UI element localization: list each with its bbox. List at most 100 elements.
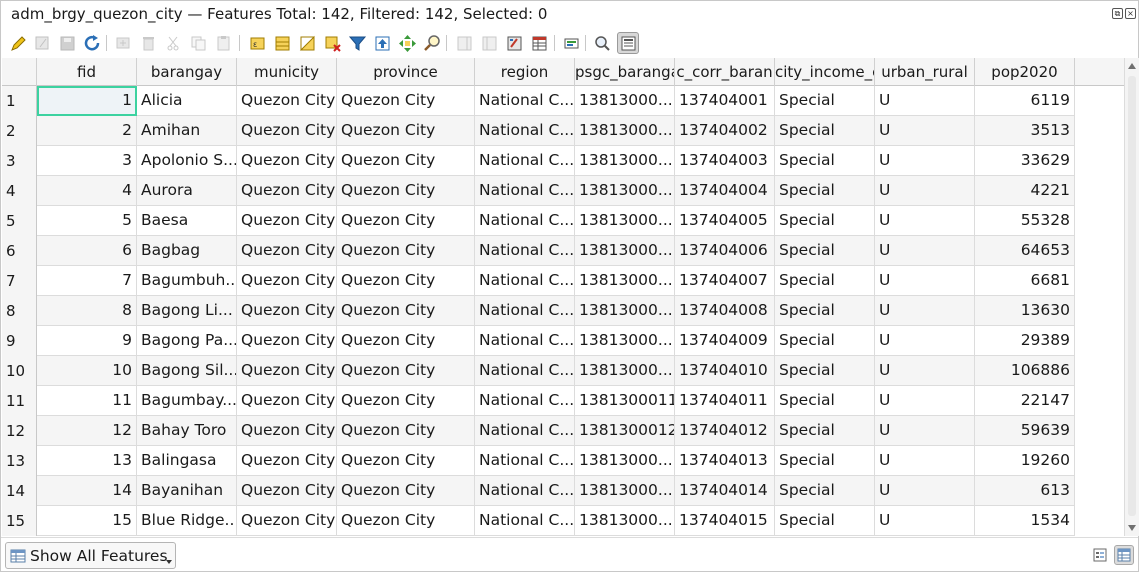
form-view-button[interactable]	[1090, 545, 1110, 565]
add-feature-button[interactable]	[112, 32, 134, 54]
table-cell-region[interactable]: National C...	[475, 236, 575, 266]
table-cell-corr[interactable]: 137404007	[675, 266, 775, 296]
filter-select-button[interactable]	[346, 32, 368, 54]
table-cell-income[interactable]: Special	[775, 176, 875, 206]
table-cell-corr[interactable]: 137404010	[675, 356, 775, 386]
invert-selection-button[interactable]	[296, 32, 318, 54]
table-cell-corr[interactable]: 137404011	[675, 386, 775, 416]
column-header-province[interactable]: province	[337, 58, 475, 86]
table-cell-barangay[interactable]: Bagong Sil...	[137, 356, 237, 386]
table-row[interactable]: 8 8 Bagong Li... Quezon City Quezon City Nati…	[2, 296, 1075, 326]
table-cell-corr[interactable]: 137404013	[675, 446, 775, 476]
table-cell-fid[interactable]: 8	[37, 296, 137, 326]
table-cell-province[interactable]: Quezon City	[337, 296, 475, 326]
table-cell-psgc[interactable]: 13813000...	[575, 446, 675, 476]
column-header-pop2020[interactable]: pop2020	[975, 58, 1075, 86]
float-window-icon[interactable]: ⧉	[1112, 8, 1123, 19]
table-row[interactable]: 15 15 Blue Ridge... Quezon City Quezon City N…	[2, 506, 1075, 536]
table-cell-barangay[interactable]: Apolonio S...	[137, 146, 237, 176]
scroll-up-icon[interactable]	[1128, 63, 1136, 69]
deselect-all-button[interactable]	[321, 32, 343, 54]
reload-table-button[interactable]	[81, 32, 103, 54]
table-cell-ur[interactable]: U	[875, 326, 975, 356]
table-cell-region[interactable]: National C...	[475, 146, 575, 176]
table-row[interactable]: 2 2 Amihan Quezon City Quezon City National C…	[2, 116, 1075, 146]
table-cell-ur[interactable]: U	[875, 266, 975, 296]
table-cell-barangay[interactable]: Amihan	[137, 116, 237, 146]
table-cell-fid[interactable]: 14	[37, 476, 137, 506]
table-cell-psgc[interactable]: 13813000...	[575, 116, 675, 146]
table-cell-barangay[interactable]: Balingasa	[137, 446, 237, 476]
table-cell-region[interactable]: National C...	[475, 416, 575, 446]
actions-button[interactable]	[560, 32, 582, 54]
table-cell-ur[interactable]: U	[875, 116, 975, 146]
cut-button[interactable]	[162, 32, 184, 54]
row-header[interactable]: 13	[2, 446, 37, 476]
table-cell-fid[interactable]: 13	[37, 446, 137, 476]
column-header-c-corr-baran[interactable]: c_corr_baran	[675, 58, 775, 86]
paste-button[interactable]	[212, 32, 234, 54]
table-cell-region[interactable]: National C...	[475, 116, 575, 146]
table-cell-province[interactable]: Quezon City	[337, 356, 475, 386]
select-by-expression-button[interactable]: ε	[246, 32, 268, 54]
column-header-municity[interactable]: municity	[237, 58, 337, 86]
scroll-down-icon[interactable]	[1128, 525, 1136, 531]
table-cell-province[interactable]: Quezon City	[337, 86, 475, 116]
table-cell-province[interactable]: Quezon City	[337, 326, 475, 356]
table-cell-municity[interactable]: Quezon City	[237, 176, 337, 206]
table-cell-barangay[interactable]: Bagong Li...	[137, 296, 237, 326]
table-cell-municity[interactable]: Quezon City	[237, 206, 337, 236]
table-cell-municity[interactable]: Quezon City	[237, 266, 337, 296]
column-header-city-income-c[interactable]: city_income_c	[775, 58, 875, 86]
table-cell-province[interactable]: Quezon City	[337, 206, 475, 236]
organize-columns-button[interactable]	[617, 32, 639, 54]
table-cell-pop[interactable]: 4221	[975, 176, 1075, 206]
table-cell-corr[interactable]: 137404005	[675, 206, 775, 236]
table-cell-psgc[interactable]: 13813000...	[575, 506, 675, 536]
table-cell-psgc[interactable]: 13813000...	[575, 356, 675, 386]
table-cell-income[interactable]: Special	[775, 266, 875, 296]
table-cell-corr[interactable]: 137404015	[675, 506, 775, 536]
table-cell-municity[interactable]: Quezon City	[237, 506, 337, 536]
table-cell-region[interactable]: National C...	[475, 206, 575, 236]
table-cell-pop[interactable]: 6681	[975, 266, 1075, 296]
table-row[interactable]: 4 4 Aurora Quezon City Quezon City National C…	[2, 176, 1075, 206]
table-cell-province[interactable]: Quezon City	[337, 266, 475, 296]
table-cell-municity[interactable]: Quezon City	[237, 236, 337, 266]
table-cell-province[interactable]: Quezon City	[337, 386, 475, 416]
table-cell-pop[interactable]: 13630	[975, 296, 1075, 326]
table-cell-pop[interactable]: 106886	[975, 356, 1075, 386]
table-cell-corr[interactable]: 137404002	[675, 116, 775, 146]
table-cell-ur[interactable]: U	[875, 146, 975, 176]
table-cell-fid[interactable]: 3	[37, 146, 137, 176]
table-cell-pop[interactable]: 64653	[975, 236, 1075, 266]
table-cell-pop[interactable]: 19260	[975, 446, 1075, 476]
row-header[interactable]: 14	[2, 476, 37, 506]
table-cell-psgc[interactable]: 13813000...	[575, 176, 675, 206]
table-row[interactable]: 7 7 Bagumbuh... Quezon City Quezon City Natio…	[2, 266, 1075, 296]
table-cell-income[interactable]: Special	[775, 296, 875, 326]
row-header[interactable]: 10	[2, 356, 37, 386]
table-cell-fid[interactable]: 5	[37, 206, 137, 236]
table-row[interactable]: 3 3 Apolonio S... Quezon City Quezon City Nat…	[2, 146, 1075, 176]
table-cell-province[interactable]: Quezon City	[337, 146, 475, 176]
table-cell-psgc[interactable]: 1381300011	[575, 386, 675, 416]
delete-selected-button[interactable]	[137, 32, 159, 54]
table-cell-corr[interactable]: 137404014	[675, 476, 775, 506]
column-header-region[interactable]: region	[475, 58, 575, 86]
table-cell-municity[interactable]: Quezon City	[237, 476, 337, 506]
table-cell-psgc[interactable]: 13813000...	[575, 476, 675, 506]
table-cell-psgc[interactable]: 13813000...	[575, 146, 675, 176]
table-cell-corr[interactable]: 137404003	[675, 146, 775, 176]
table-cell-municity[interactable]: Quezon City	[237, 446, 337, 476]
table-cell-barangay[interactable]: Bayanihan	[137, 476, 237, 506]
table-cell-barangay[interactable]: Bahay Toro	[137, 416, 237, 446]
vertical-scrollbar[interactable]	[1124, 58, 1139, 536]
table-cell-municity[interactable]: Quezon City	[237, 296, 337, 326]
row-header[interactable]: 15	[2, 506, 37, 536]
field-calculator-button[interactable]	[503, 32, 525, 54]
toggle-multi-edit-button[interactable]	[31, 32, 53, 54]
table-cell-corr[interactable]: 137404001	[675, 86, 775, 116]
table-view-button[interactable]	[1114, 545, 1134, 565]
conditional-formatting-button[interactable]	[528, 32, 550, 54]
